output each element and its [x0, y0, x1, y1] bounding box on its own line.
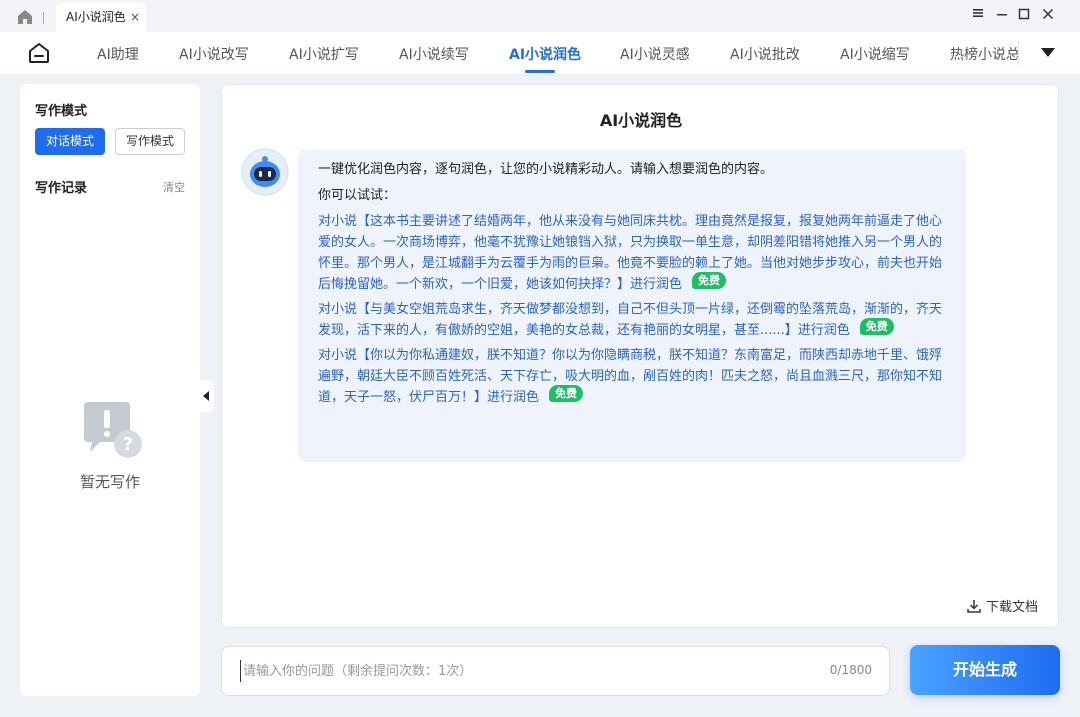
free-badge: 免费: [859, 318, 894, 335]
question-input-box: 0/1800: [221, 646, 890, 696]
sidebar: 写作模式 对话模式 写作模式 写作记录 清空 ? 暂无写作: [20, 84, 200, 696]
nav-item-polish[interactable]: AI小说润色: [509, 44, 581, 64]
tab-close-icon[interactable]: ×: [130, 3, 140, 32]
example-prompt-3[interactable]: 对小说【你以为你私通建奴，朕不知道？你以为你隐瞒商税，朕不知道？东南富足，而陕西…: [318, 345, 946, 408]
mode-title: 写作模式: [35, 104, 88, 119]
nav-item-condense[interactable]: AI小说缩写: [840, 44, 910, 64]
try-label: 你可以试试：: [318, 188, 397, 203]
nav-item-review[interactable]: AI小说批改: [730, 44, 800, 64]
record-title: 写作记录: [35, 181, 88, 196]
collapse-icon[interactable]: [200, 380, 214, 412]
nav-active-indicator: [525, 70, 555, 73]
svg-text:?: ?: [123, 434, 133, 455]
window-tab-label: AI小说润色: [66, 10, 126, 24]
assistant-message: 一键优化润色内容，逐句润色，让您的小说精彩动人。请输入想要润色的内容。 你可以试…: [298, 149, 966, 462]
example-prompt-2[interactable]: 对小说【与美女空姐荒岛求生，齐天做梦都没想到，自己不但头顶一片绿，还倒霉的坠落荒…: [318, 299, 946, 341]
empty-message-icon: ?: [80, 402, 146, 462]
nav-item-expand[interactable]: AI小说扩写: [289, 44, 359, 64]
chat-mode-button[interactable]: 对话模式: [35, 128, 105, 155]
free-badge: 免费: [549, 385, 584, 402]
write-mode-button[interactable]: 写作模式: [115, 128, 185, 155]
nav-divider: [1018, 40, 1019, 66]
window-tab[interactable]: AI小说润色 ×: [56, 3, 146, 32]
generate-button[interactable]: 开始生成: [910, 645, 1060, 695]
example-prompt-1[interactable]: 对小说【这本书主要讲述了结婚两年，他从来没有与她同床共枕。理由竟然是报复，报复她…: [318, 211, 946, 295]
title-bar: AI小说润色 ×: [0, 0, 1080, 32]
page-title: AI小说润色: [599, 111, 683, 130]
close-icon[interactable]: [1038, 6, 1058, 26]
nav-item-continue[interactable]: AI小说续写: [399, 44, 469, 64]
download-icon: [967, 600, 981, 613]
nav-item-inspiration[interactable]: AI小说灵感: [620, 44, 690, 64]
free-badge: 免费: [692, 272, 727, 289]
example-text: 对小说【与美女空姐荒岛求生，齐天做梦都没想到，自己不但头顶一片绿，还倒霉的坠落荒…: [318, 302, 943, 338]
pin-icon[interactable]: [968, 6, 988, 26]
nav-item-ai-assistant[interactable]: AI助理: [97, 44, 139, 64]
question-input[interactable]: [240, 660, 800, 682]
clear-button[interactable]: 清空: [163, 179, 185, 195]
download-label: 下载文档: [985, 600, 1038, 615]
nav-items: AI助理 AI小说改写 AI小说扩写 AI小说续写 AI小说润色 AI小说灵感 …: [70, 32, 1018, 74]
nav-home-icon[interactable]: [27, 42, 51, 64]
home-icon[interactable]: [16, 8, 34, 26]
robot-avatar-icon: [241, 148, 289, 196]
char-count: 0/1800: [829, 663, 872, 677]
nav-item-trending[interactable]: 热榜小说总: [950, 44, 1018, 64]
download-button[interactable]: 下载文档: [966, 596, 1038, 615]
minimize-icon[interactable]: [992, 6, 1012, 26]
nav-item-rewrite[interactable]: AI小说改写: [179, 44, 249, 64]
titlebar-separator: [43, 12, 44, 24]
intro-text: 一键优化润色内容，逐句润色，让您的小说精彩动人。请输入想要润色的内容。: [318, 162, 774, 177]
maximize-icon[interactable]: [1014, 6, 1034, 26]
nav-bar: AI助理 AI小说改写 AI小说扩写 AI小说续写 AI小说润色 AI小说灵感 …: [0, 32, 1080, 74]
chat-panel: AI小说润色 一键优化润色内容，逐句润色，让您的小说精彩动人。请输入想要润色的内…: [221, 84, 1059, 628]
empty-state-text: 暂无写作: [79, 473, 140, 491]
example-text: 对小说【你以为你私通建奴，朕不知道？你以为你隐瞒商税，朕不知道？东南富足，而陕西…: [318, 348, 943, 405]
more-icon[interactable]: [1041, 48, 1055, 57]
example-text: 对小说【这本书主要讲述了结婚两年，他从来没有与她同床共枕。理由竟然是报复，报复她…: [318, 214, 943, 292]
